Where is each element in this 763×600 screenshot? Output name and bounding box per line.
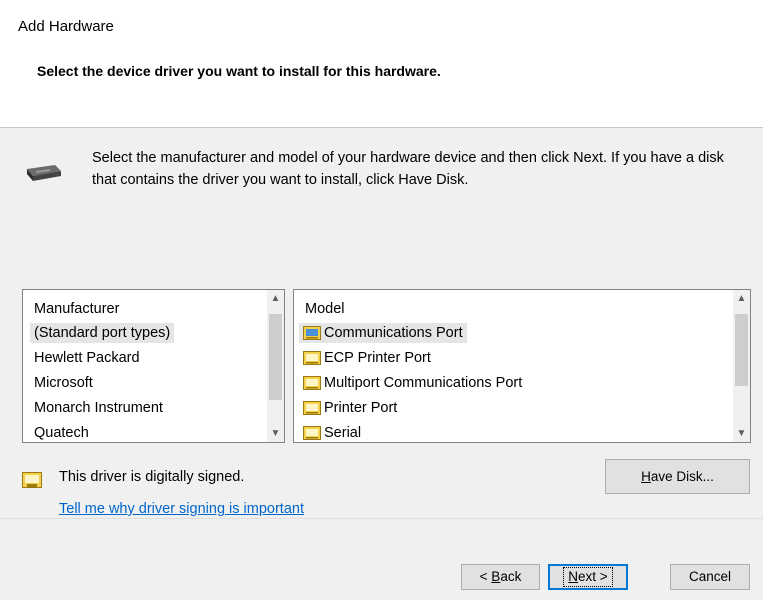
instructions-text: Select the manufacturer and model of you… <box>92 150 724 188</box>
scroll-up-arrow-icon[interactable]: ▲ <box>733 290 750 307</box>
model-item[interactable]: Printer Port <box>299 398 401 418</box>
manufacturer-item[interactable]: Microsoft <box>30 373 97 393</box>
manufacturer-header: Manufacturer <box>34 301 120 317</box>
cancel-button[interactable]: Cancel <box>670 564 750 590</box>
port-icon <box>303 426 321 440</box>
window-title: Add Hardware <box>18 18 114 35</box>
model-item[interactable]: Communications Port <box>299 323 467 343</box>
wizard-header: Add Hardware Select the device driver yo… <box>0 0 763 128</box>
port-icon <box>303 376 321 390</box>
model-listbox[interactable]: Model Communications Port ECP Printer Po… <box>293 289 751 443</box>
scroll-thumb[interactable] <box>735 314 748 386</box>
model-header: Model <box>305 301 345 317</box>
manufacturer-scrollbar[interactable]: ▲ ▼ <box>267 290 284 442</box>
model-item[interactable]: Multiport Communications Port <box>299 373 526 393</box>
model-item-label: Communications Port <box>324 325 463 341</box>
manufacturer-item[interactable]: Hewlett Packard <box>30 348 144 368</box>
model-item-label: Serial <box>324 425 362 441</box>
hardware-device-icon <box>27 165 61 181</box>
scroll-down-arrow-icon[interactable]: ▼ <box>267 425 284 442</box>
model-item-label: Multiport Communications Port <box>324 375 523 391</box>
manufacturer-item[interactable]: (Standard port types) <box>30 323 175 343</box>
driver-signed-status: This driver is digitally signed. <box>59 469 245 485</box>
model-item[interactable]: ECP Printer Port <box>299 348 435 368</box>
port-icon <box>303 401 321 415</box>
scroll-up-arrow-icon[interactable]: ▲ <box>267 290 284 307</box>
back-button[interactable]: < Back <box>461 564 540 590</box>
manufacturer-item[interactable]: Quatech <box>30 423 93 442</box>
manufacturer-item[interactable]: Monarch Instrument <box>30 398 167 418</box>
have-disk-button[interactable]: Have Disk... <box>605 459 750 494</box>
model-item-label: ECP Printer Port <box>324 350 431 366</box>
signed-driver-icon <box>22 472 42 488</box>
model-item[interactable]: Serial <box>299 423 365 442</box>
driver-signing-link[interactable]: Tell me why driver signing is important <box>59 501 304 517</box>
scroll-thumb[interactable] <box>269 314 282 400</box>
port-icon <box>303 351 321 365</box>
wizard-footer: < Back Next > Cancel <box>0 518 763 600</box>
next-button[interactable]: Next > <box>548 564 628 590</box>
port-icon <box>303 326 321 340</box>
model-item-label: Printer Port <box>324 400 398 416</box>
page-heading: Select the device driver you want to ins… <box>37 63 441 79</box>
model-scrollbar[interactable]: ▲ ▼ <box>733 290 750 442</box>
manufacturer-listbox[interactable]: Manufacturer (Standard port types) Hewle… <box>22 289 285 443</box>
scroll-down-arrow-icon[interactable]: ▼ <box>733 425 750 442</box>
